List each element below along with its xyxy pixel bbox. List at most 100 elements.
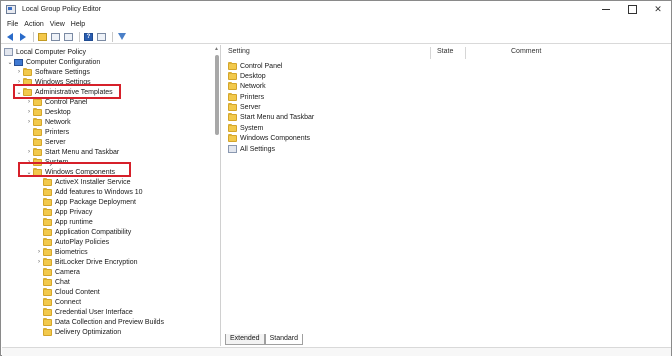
column-header-setting[interactable]: Setting <box>228 48 250 59</box>
list-item-label: System <box>240 124 264 132</box>
list-item[interactable]: Printers <box>228 92 264 102</box>
list-item-label: Printers <box>240 93 265 101</box>
list-item-label: Start Menu and Taskbar <box>240 113 315 121</box>
folder-icon <box>228 71 237 80</box>
toolbar-separator <box>33 31 34 42</box>
menu-help[interactable]: Help <box>69 21 89 28</box>
tree-node-bitlocker-drive-encryption[interactable]: › BitLocker Drive Encryption <box>35 257 137 267</box>
list-item[interactable]: Desktop <box>228 71 266 81</box>
column-separator[interactable] <box>465 47 466 59</box>
help-button[interactable]: ? <box>83 31 94 42</box>
list-item[interactable]: System <box>228 123 263 133</box>
caret-placeholder <box>35 297 43 307</box>
tree-node-credential-user-interface[interactable]: Credential User Interface <box>35 307 133 317</box>
up-level-button[interactable] <box>37 31 48 42</box>
list-item[interactable]: Windows Components <box>228 133 310 143</box>
show-hide-tree-button[interactable] <box>50 31 61 42</box>
tree-node-connect[interactable]: Connect <box>35 297 81 307</box>
tree-node-server[interactable]: Server <box>25 137 66 147</box>
tree-label: App runtime <box>55 218 93 226</box>
tree-scrollbar-thumb[interactable] <box>215 55 219 135</box>
close-button[interactable]: ✕ <box>645 1 671 18</box>
tree-node-app-runtime[interactable]: App runtime <box>35 217 93 227</box>
tree-node-root[interactable]: Local Computer Policy <box>4 47 86 57</box>
tree-node-software-settings[interactable]: › Software Settings <box>15 67 90 77</box>
list-item-label: Desktop <box>240 72 266 80</box>
list-item-label: Control Panel <box>240 62 283 70</box>
tree-node-chat[interactable]: Chat <box>35 277 70 287</box>
export-list-button[interactable] <box>63 31 74 42</box>
folder-icon <box>43 277 52 286</box>
tree-label: Desktop <box>45 108 71 116</box>
menu-file[interactable]: File <box>5 21 22 28</box>
caret-placeholder <box>35 227 43 237</box>
tree-node-autoplay-policies[interactable]: AutoPlay Policies <box>35 237 109 247</box>
tree-node-app-privacy[interactable]: App Privacy <box>35 207 92 217</box>
list-item[interactable]: Server <box>228 102 261 112</box>
tree-node-camera[interactable]: Camera <box>35 267 80 277</box>
toolbar: ? <box>1 30 671 44</box>
tree-label: Add features to Windows 10 <box>55 188 143 196</box>
tree-node-data-collection[interactable]: Data Collection and Preview Builds <box>35 317 164 327</box>
tree-node-cloud-content[interactable]: Cloud Content <box>35 287 100 297</box>
caret-placeholder <box>35 317 43 327</box>
list-item[interactable]: Control Panel <box>228 61 282 71</box>
folder-up-icon <box>38 32 47 41</box>
chevron-right-icon[interactable]: › <box>35 257 43 267</box>
forward-button[interactable] <box>17 31 28 42</box>
highlight-windows-components <box>18 162 131 177</box>
tab-standard[interactable]: Standard <box>264 334 304 345</box>
menu-action[interactable]: Action <box>22 21 47 28</box>
tree-node-computer-configuration[interactable]: ⌄ Computer Configuration <box>6 57 100 67</box>
folder-icon <box>43 217 52 226</box>
details-pane: Setting State Comment Control Panel Desk… <box>225 45 671 332</box>
caret-placeholder <box>35 307 43 317</box>
tree-node-delivery-optimization[interactable]: Delivery Optimization <box>35 327 121 337</box>
tree-label: Data Collection and Preview Builds <box>55 318 164 326</box>
tree-node-printers[interactable]: Printers <box>25 127 69 137</box>
tree-node-desktop[interactable]: › Desktop <box>25 107 71 117</box>
caret-placeholder <box>35 237 43 247</box>
minimize-button[interactable] <box>593 1 619 18</box>
tree-label: Cloud Content <box>55 288 100 296</box>
caret-placeholder <box>35 277 43 287</box>
tree-node-activex-installer-service[interactable]: ActiveX Installer Service <box>35 177 130 187</box>
tree-node-biometrics[interactable]: › Biometrics <box>35 247 88 257</box>
tree-node-start-menu-and-taskbar[interactable]: › Start Menu and Taskbar <box>25 147 119 157</box>
tree-node-network[interactable]: › Network <box>25 117 71 127</box>
column-header-state[interactable]: State <box>437 48 453 59</box>
list-item-label: All Settings <box>240 145 276 153</box>
folder-icon <box>43 297 52 306</box>
tab-extended[interactable]: Extended <box>225 334 265 345</box>
folder-icon <box>33 97 42 106</box>
gpedit-window: Local Group Policy Editor ✕ File Action … <box>0 0 672 356</box>
back-button[interactable] <box>4 31 15 42</box>
properties-button[interactable] <box>96 31 107 42</box>
column-header-comment[interactable]: Comment <box>511 48 541 59</box>
folder-icon <box>228 133 237 142</box>
chevron-right-icon[interactable]: › <box>15 67 23 77</box>
folder-icon <box>228 112 237 121</box>
chevron-down-icon[interactable]: ⌄ <box>6 57 14 67</box>
column-separator[interactable] <box>430 47 431 59</box>
caret-placeholder <box>35 327 43 337</box>
tree-node-application-compatibility[interactable]: Application Compatibility <box>35 227 131 237</box>
filter-button[interactable] <box>116 31 127 42</box>
list-item[interactable]: All Settings <box>228 144 275 154</box>
scroll-up-arrow-icon[interactable]: ▲ <box>214 46 219 52</box>
chevron-right-icon[interactable]: › <box>35 247 43 257</box>
chevron-right-icon[interactable]: › <box>25 147 33 157</box>
chevron-right-icon[interactable]: › <box>25 107 33 117</box>
tree-node-add-features[interactable]: Add features to Windows 10 <box>35 187 143 197</box>
chevron-right-icon[interactable]: › <box>25 117 33 127</box>
menu-view[interactable]: View <box>48 21 69 28</box>
tree-label: AutoPlay Policies <box>55 238 110 246</box>
list-item[interactable]: Network <box>228 81 266 91</box>
tree-label: Credential User Interface <box>55 308 133 316</box>
list-item[interactable]: Start Menu and Taskbar <box>228 112 314 122</box>
status-bar <box>2 347 671 356</box>
maximize-button[interactable] <box>619 1 645 18</box>
folder-icon <box>43 267 52 276</box>
folder-icon <box>228 61 237 70</box>
tree-node-app-package-deployment[interactable]: App Package Deployment <box>35 197 136 207</box>
